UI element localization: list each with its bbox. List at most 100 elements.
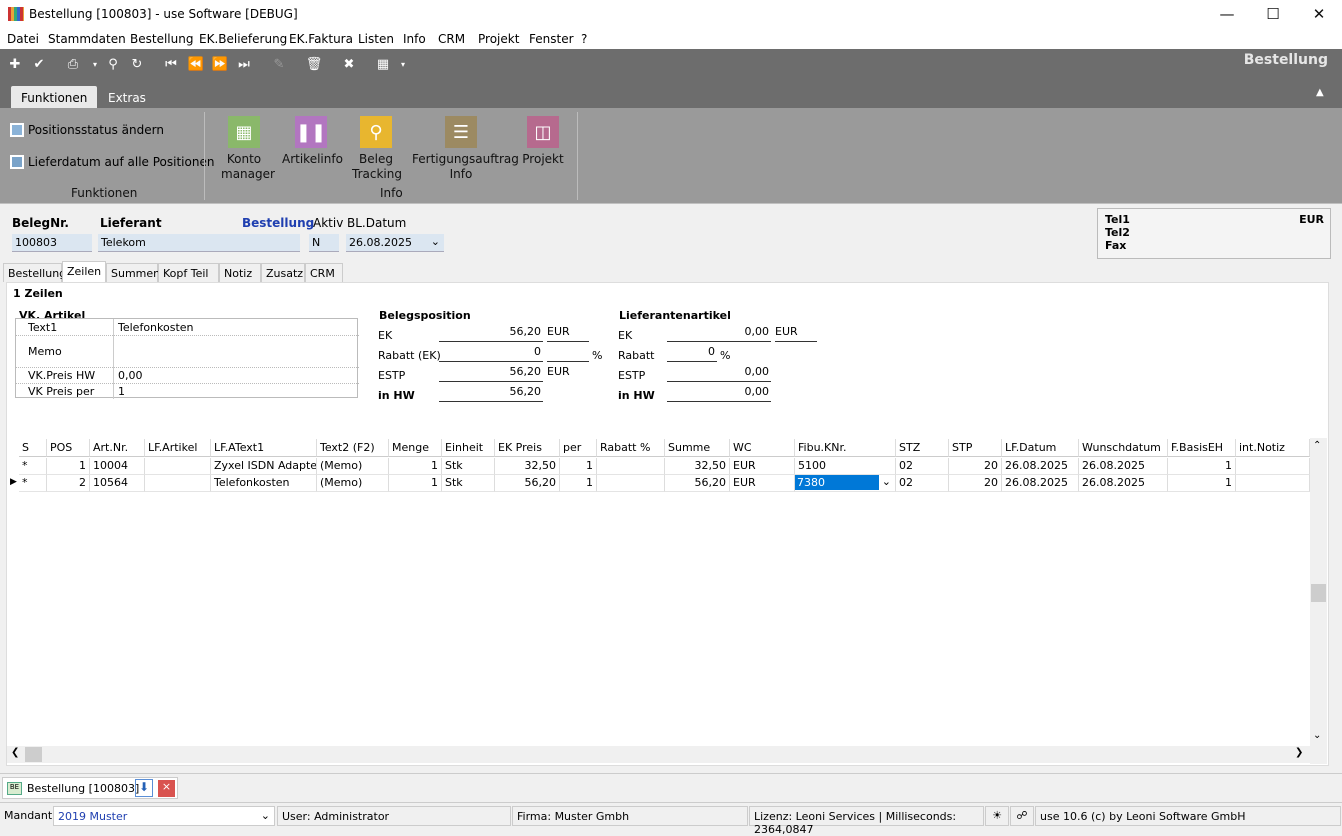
cell-wunschdatum[interactable]: 26.08.2025 (1079, 475, 1168, 492)
col-header-fibu[interactable]: Fibu.KNr. (795, 439, 896, 457)
col-header-wunschdatum[interactable]: Wunschdatum (1079, 439, 1168, 457)
lief-ek-value[interactable]: 0,00 (667, 325, 771, 342)
chevron-down-icon[interactable]: ▾ (86, 56, 104, 74)
cell-lf-atext1[interactable]: Telefonkosten (211, 475, 317, 492)
cell-fibu-editor[interactable]: 7380 ⌄ (795, 475, 896, 492)
cell-per[interactable]: 1 (560, 458, 597, 475)
next-record-icon[interactable]: ⏩ (211, 56, 229, 74)
refresh-icon[interactable]: ↻ (128, 56, 146, 74)
cell-f-basiseh[interactable]: 1 (1168, 458, 1236, 475)
col-header-artnr[interactable]: Art.Nr. (90, 439, 145, 457)
col-header-lf-artikel[interactable]: LF.Artikel (145, 439, 211, 457)
menu-projekt[interactable]: Projekt (478, 32, 519, 46)
ribbon-tab-extras[interactable]: Extras (98, 86, 156, 108)
chevron-down-icon[interactable]: ⌄ (431, 235, 440, 248)
belegnr-field[interactable]: 100803 (12, 234, 92, 252)
col-header-pos[interactable]: POS (47, 439, 90, 457)
cell-menge[interactable]: 1 (389, 458, 442, 475)
menu-crm[interactable]: CRM (438, 32, 465, 46)
cell-lf-artikel[interactable] (145, 458, 211, 475)
aktiv-field[interactable]: N (309, 234, 339, 252)
cell-pos[interactable]: 1 (47, 458, 90, 475)
col-header-text2[interactable]: Text2 (F2) (317, 439, 389, 457)
cell-wc[interactable]: EUR (730, 458, 795, 475)
col-header-lf-datum[interactable]: LF.Datum (1002, 439, 1079, 457)
cell-summe[interactable]: 56,20 (665, 475, 730, 492)
beleg-ek-value[interactable]: 56,20 (439, 325, 543, 342)
document-tab[interactable]: BE Bestellung [100803] ⬇ × (2, 777, 178, 799)
cancel-icon[interactable]: ✖ (340, 56, 358, 74)
add-icon[interactable]: ✚ (6, 56, 24, 74)
menu-help[interactable]: ? (581, 32, 587, 46)
cell-rabatt[interactable] (597, 458, 665, 475)
beleg-rabatt-value[interactable]: 0 (439, 345, 543, 362)
vkpreis-value[interactable]: 0,00 (118, 369, 143, 382)
text1-value[interactable]: Telefonkosten (118, 321, 194, 334)
check-icon[interactable]: ✔ (30, 56, 48, 74)
col-header-f-basiseh[interactable]: F.BasisEH (1168, 439, 1236, 457)
tab-bestellung[interactable]: Bestellung (3, 263, 66, 282)
bldatum-field[interactable]: 26.08.2025 ⌄ (346, 234, 444, 252)
cell-per[interactable]: 1 (560, 475, 597, 492)
cell-int-notiz[interactable] (1236, 458, 1310, 475)
cell-stz[interactable]: 02 (896, 458, 949, 475)
network-icon[interactable]: ☍ (1010, 806, 1034, 826)
menu-stammdaten[interactable]: Stammdaten (48, 32, 126, 46)
chevron-down-icon[interactable]: ⌄ (882, 475, 891, 488)
positionsstatus-button[interactable]: Positionsstatus ändern (10, 123, 164, 137)
lief-rabatt-value[interactable]: 0 (667, 345, 717, 362)
cell-text2[interactable]: (Memo) (317, 475, 389, 492)
menu-info[interactable]: Info (403, 32, 426, 46)
cell-ek-preis[interactable]: 56,20 (495, 475, 560, 492)
cell-lf-datum[interactable]: 26.08.2025 (1002, 475, 1079, 492)
menu-listen[interactable]: Listen (358, 32, 394, 46)
col-header-stp[interactable]: STP (949, 439, 1002, 457)
scrollbar-thumb[interactable] (25, 747, 42, 762)
horizontal-scrollbar[interactable]: ❮ ❯ (7, 746, 1310, 763)
tab-crm[interactable]: CRM (305, 263, 343, 282)
tab-summen[interactable]: Summen (106, 263, 160, 282)
close-tab-icon[interactable]: × (158, 780, 175, 797)
col-header-stz[interactable]: STZ (896, 439, 949, 457)
artikelinfo-button[interactable]: ❚❚ Artikelinfo (282, 116, 343, 167)
cell-menge[interactable]: 1 (389, 475, 442, 492)
beleg-tracking-button[interactable]: ⚲ Beleg Tracking (352, 116, 402, 182)
scroll-left-icon[interactable]: ❮ (11, 747, 19, 758)
col-header-ek-preis[interactable]: EK Preis (495, 439, 560, 457)
tab-notiz[interactable]: Notiz (219, 263, 261, 282)
pin-icon[interactable]: ⬇ (135, 779, 153, 797)
cell-stz[interactable]: 02 (896, 475, 949, 492)
last-record-icon[interactable]: ⏭ (235, 56, 253, 74)
cell-fibu[interactable]: 5100 (795, 458, 896, 475)
mandant-select[interactable]: 2019 Muster ⌄ (53, 806, 275, 826)
cell-s[interactable]: * (19, 475, 47, 492)
cell-einheit[interactable]: Stk (442, 475, 495, 492)
col-header-lf-atext1[interactable]: LF.AText1 (211, 439, 317, 457)
collapse-ribbon-icon[interactable]: ▲ (1316, 87, 1324, 98)
scrollbar-thumb[interactable] (1311, 584, 1326, 602)
beleg-hw-value[interactable]: 56,20 (439, 385, 543, 402)
vkper-value[interactable]: 1 (118, 385, 125, 398)
lieferdatum-button[interactable]: Lieferdatum auf alle Positionen (10, 155, 214, 169)
col-header-s[interactable]: S (19, 439, 47, 457)
kontomanager-button[interactable]: ▦ Konto manager (221, 116, 275, 182)
fibu-input[interactable]: 7380 (795, 475, 879, 490)
first-record-icon[interactable]: ⏮ (162, 56, 180, 74)
tab-zeilen[interactable]: Zeilen (62, 261, 106, 282)
col-header-wc[interactable]: WC (730, 439, 795, 457)
col-header-int-notiz[interactable]: int.Notiz (1236, 439, 1310, 457)
previous-record-icon[interactable]: ⏪ (187, 56, 205, 74)
maximize-icon[interactable]: ☐ (1250, 0, 1296, 29)
cell-f-basiseh[interactable]: 1 (1168, 475, 1236, 492)
cell-s[interactable]: * (19, 458, 47, 475)
tab-zusatz[interactable]: Zusatz (261, 263, 305, 282)
cell-summe[interactable]: 32,50 (665, 458, 730, 475)
delete-icon[interactable]: 🗑 (305, 56, 323, 74)
cell-lf-artikel[interactable] (145, 475, 211, 492)
cell-int-notiz[interactable] (1236, 475, 1310, 492)
lief-estp-value[interactable]: 0,00 (667, 365, 771, 382)
cell-pos[interactable]: 2 (47, 475, 90, 492)
cell-lf-atext1[interactable]: Zyxel ISDN Adapter (211, 458, 317, 475)
cell-stp[interactable]: 20 (949, 458, 1002, 475)
cell-artnr[interactable]: 10004 (90, 458, 145, 475)
